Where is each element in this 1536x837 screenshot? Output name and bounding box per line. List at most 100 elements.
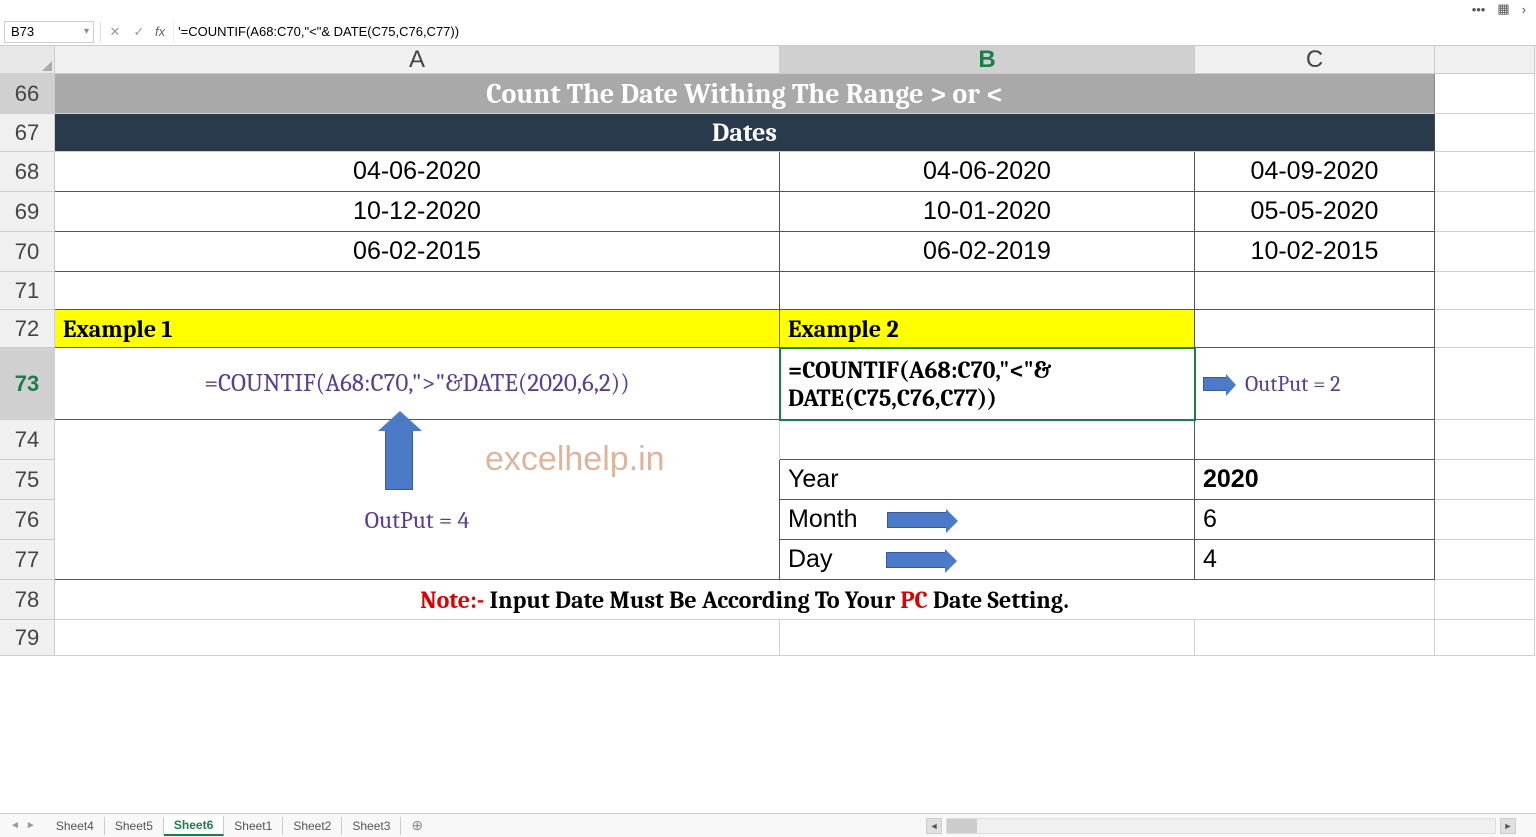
- col-header-a[interactable]: A: [55, 46, 780, 74]
- cell-title[interactable]: Count The Date Withing The Range > or <: [55, 74, 1435, 114]
- cell-dates-header[interactable]: Dates: [55, 114, 1435, 152]
- cell-d74[interactable]: [1435, 420, 1535, 460]
- tab-sheet5[interactable]: Sheet5: [105, 817, 164, 835]
- row-header-71[interactable]: 71: [0, 272, 55, 310]
- cell-a73[interactable]: =COUNTIF(A68:C70,">"&DATE(2020,6,2)): [55, 348, 780, 420]
- cell-c71[interactable]: [1195, 272, 1435, 310]
- cell-c76[interactable]: 6: [1195, 500, 1435, 540]
- row-header-79[interactable]: 79: [0, 620, 55, 656]
- cell-b73[interactable]: =COUNTIF(A68:C70,"<"& DATE(C75,C76,C77)): [780, 348, 1195, 420]
- tab-nav-next-icon[interactable]: ►: [26, 820, 36, 831]
- cell-a70[interactable]: 06-02-2015: [55, 232, 780, 272]
- cell-d67[interactable]: [1435, 114, 1535, 152]
- horizontal-scrollbar: ◄ ►: [926, 818, 1516, 834]
- cell-c72[interactable]: [1195, 310, 1435, 348]
- tab-sheet3[interactable]: Sheet3: [342, 817, 401, 835]
- formula-input[interactable]: [173, 21, 1536, 43]
- tab-nav-prev-icon[interactable]: ◄: [10, 820, 20, 831]
- cell-c73[interactable]: OutPut = 2: [1195, 348, 1435, 420]
- cell-d70[interactable]: [1435, 232, 1535, 272]
- cell-a75[interactable]: excelhelp.in: [55, 460, 780, 500]
- col-header-c[interactable]: C: [1195, 46, 1435, 74]
- cell-a71[interactable]: [55, 272, 780, 310]
- row-header-73[interactable]: 73: [0, 348, 55, 420]
- cell-c70[interactable]: 10-02-2015: [1195, 232, 1435, 272]
- cell-b79[interactable]: [780, 620, 1195, 656]
- cell-c74[interactable]: [1195, 420, 1435, 460]
- scroll-thumb[interactable]: [947, 819, 977, 833]
- arrow-right-icon: [886, 552, 946, 568]
- cell-b75[interactable]: Year: [780, 460, 1195, 500]
- formula-bar: B73 ✕ ✓ fx: [0, 18, 1536, 46]
- cell-c75[interactable]: 2020: [1195, 460, 1435, 500]
- expand-icon[interactable]: ›: [1522, 2, 1526, 17]
- select-all-button[interactable]: [0, 46, 55, 74]
- row-header-69[interactable]: 69: [0, 192, 55, 232]
- fx-icon[interactable]: fx: [155, 24, 165, 39]
- cell-d71[interactable]: [1435, 272, 1535, 310]
- scroll-track[interactable]: [946, 818, 1496, 834]
- cell-b76[interactable]: Month: [780, 500, 1195, 540]
- name-box[interactable]: B73: [4, 21, 94, 43]
- cell-a76[interactable]: OutPut = 4: [55, 500, 780, 540]
- cell-a79[interactable]: [55, 620, 780, 656]
- cell-c69[interactable]: 05-05-2020: [1195, 192, 1435, 232]
- scroll-right-icon[interactable]: ►: [1500, 818, 1516, 834]
- row-header-78[interactable]: 78: [0, 580, 55, 620]
- row-header-75[interactable]: 75: [0, 460, 55, 500]
- formula-buttons: ✕ ✓: [107, 24, 147, 40]
- arrow-right-icon: [887, 512, 947, 528]
- confirm-icon[interactable]: ✓: [131, 24, 147, 40]
- row-header-74[interactable]: 74: [0, 420, 55, 460]
- tab-sheet6[interactable]: Sheet6: [164, 816, 224, 836]
- tab-sheet4[interactable]: Sheet4: [46, 817, 105, 835]
- cell-d69[interactable]: [1435, 192, 1535, 232]
- col-header-b[interactable]: B: [780, 46, 1195, 74]
- cell-a77[interactable]: [55, 540, 780, 580]
- cell-b71[interactable]: [780, 272, 1195, 310]
- cell-d68[interactable]: [1435, 152, 1535, 192]
- row-header-76[interactable]: 76: [0, 500, 55, 540]
- cell-d78[interactable]: [1435, 580, 1535, 620]
- row-header-72[interactable]: 72: [0, 310, 55, 348]
- cell-d72[interactable]: [1435, 310, 1535, 348]
- more-dots-icon[interactable]: •••: [1472, 2, 1486, 17]
- add-sheet-button[interactable]: ⊕: [401, 817, 433, 834]
- spreadsheet-grid: A B C 66 67 68 69 70 71 72 73 74 75 76 7…: [0, 46, 1536, 656]
- cell-a68[interactable]: 04-06-2020: [55, 152, 780, 192]
- scroll-left-icon[interactable]: ◄: [926, 818, 942, 834]
- cell-a74[interactable]: [55, 420, 780, 460]
- cancel-icon[interactable]: ✕: [107, 24, 123, 40]
- arrow-right-icon: [1203, 377, 1227, 391]
- cell-a72[interactable]: Example 1: [55, 310, 780, 348]
- cell-c68[interactable]: 04-09-2020: [1195, 152, 1435, 192]
- cell-d79[interactable]: [1435, 620, 1535, 656]
- row-header-67[interactable]: 67: [0, 114, 55, 152]
- sheet-tab-bar: ◄ ► Sheet4 Sheet5 Sheet6 Sheet1 Sheet2 S…: [0, 813, 1536, 837]
- cell-area: Count The Date Withing The Range > or < …: [55, 74, 1535, 656]
- cell-d66[interactable]: [1435, 74, 1535, 114]
- col-header-d[interactable]: [1435, 46, 1535, 74]
- cell-b77[interactable]: Day: [780, 540, 1195, 580]
- row-header-66[interactable]: 66: [0, 74, 55, 114]
- cell-a69[interactable]: 10-12-2020: [55, 192, 780, 232]
- cell-b68[interactable]: 04-06-2020: [780, 152, 1195, 192]
- row-header-68[interactable]: 68: [0, 152, 55, 192]
- column-headers: A B C: [0, 46, 1536, 74]
- cell-b72[interactable]: Example 2: [780, 310, 1195, 348]
- cell-b70[interactable]: 06-02-2019: [780, 232, 1195, 272]
- cell-d77[interactable]: [1435, 540, 1535, 580]
- tab-sheet1[interactable]: Sheet1: [224, 817, 283, 835]
- cell-c77[interactable]: 4: [1195, 540, 1435, 580]
- cell-c79[interactable]: [1195, 620, 1435, 656]
- row-header-70[interactable]: 70: [0, 232, 55, 272]
- cell-b74[interactable]: [780, 420, 1195, 460]
- cell-d73[interactable]: [1435, 348, 1535, 420]
- cell-b69[interactable]: 10-01-2020: [780, 192, 1195, 232]
- tab-sheet2[interactable]: Sheet2: [283, 817, 342, 835]
- cell-note[interactable]: Note:- Input Date Must Be According To Y…: [55, 580, 1435, 620]
- cell-d76[interactable]: [1435, 500, 1535, 540]
- cell-d75[interactable]: [1435, 460, 1535, 500]
- row-header-77[interactable]: 77: [0, 540, 55, 580]
- ribbon-toggle-icon[interactable]: ▦: [1497, 1, 1509, 17]
